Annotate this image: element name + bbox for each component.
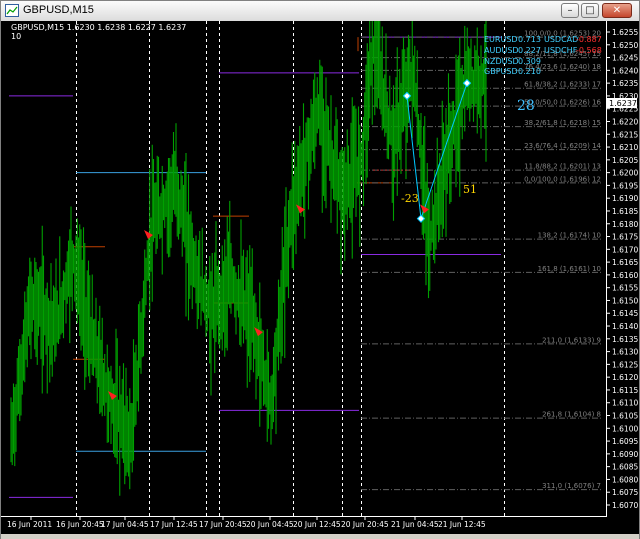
- price-tick-label: 1.6195: [612, 181, 638, 190]
- price-tick-label: 1.6210: [612, 143, 638, 152]
- price-tick-label: 1.6215: [612, 130, 638, 139]
- fibonacci-label: 138,2 (1,6174) 10: [538, 232, 601, 240]
- price-tick-label: 1.6200: [612, 169, 638, 178]
- corr-value: 0.227: [518, 46, 541, 55]
- fibonacci-label: 261,8 (1,6104) 8: [542, 411, 601, 419]
- corr-symbol: USDCAD: [544, 35, 578, 44]
- minimize-button[interactable]: –: [561, 3, 579, 18]
- price-tick-label: 1.6245: [612, 54, 638, 63]
- price-tick-label: 1.6190: [612, 194, 638, 203]
- title-bar[interactable]: GBPUSD,M15 – □ ✕: [1, 1, 639, 22]
- price-tick-label: 1.6120: [612, 373, 638, 382]
- price-tick-label: 1.6180: [612, 220, 638, 229]
- price-tick-label: 1.6185: [612, 207, 638, 216]
- price-tick-label: 1.6090: [612, 450, 638, 459]
- price-tick-label: 1.6085: [612, 463, 638, 472]
- corr-value: 0.309: [518, 57, 541, 66]
- price-tick-label: 1.6115: [612, 386, 638, 395]
- price-tick-label: 1.6250: [612, 41, 638, 50]
- positive-annotation: 51: [463, 183, 477, 196]
- price-tick-label: 1.6175: [612, 233, 638, 242]
- negative-annotation: -23: [401, 192, 419, 205]
- fibonacci-label: 23,6/76,4 (1,6209) 14: [524, 142, 601, 150]
- price-tick-label: 1.6075: [612, 488, 638, 497]
- price-tick-label: 1.6070: [612, 501, 638, 510]
- counter-annotation: 28: [517, 98, 535, 114]
- time-tick-label: 17 Jun 12:45: [150, 520, 198, 529]
- price-tick-label: 1.6160: [612, 271, 638, 280]
- price-tick-label: 1.6145: [612, 309, 638, 318]
- price-tick-label: 1.6100: [612, 424, 638, 433]
- corr-symbol: AUDUSD: [484, 46, 519, 55]
- fibonacci-label: 50,0/50,0 (1,6226) 16: [524, 99, 601, 107]
- fibonacci-label: 11,8/88,2 (1,6201) 13: [524, 163, 601, 171]
- fibonacci-label: 0,0/100,0 (1,6196) 12: [524, 175, 601, 183]
- fibonacci-label: 38,2/61,8 (1,6218) 15: [524, 119, 601, 127]
- price-tick-label: 1.6150: [612, 296, 638, 305]
- time-tick-label: 20 Jun 12:45: [293, 520, 341, 529]
- fibonacci-label: 211,0 (1,6133) 9: [542, 336, 601, 344]
- price-tick-label: 1.6240: [612, 66, 638, 75]
- chart-window-icon: [5, 4, 19, 17]
- corr-value: 0.210: [518, 67, 541, 76]
- time-tick-label: 21 Jun 12:45: [438, 520, 486, 529]
- corr-value: -0.887: [576, 35, 602, 44]
- price-tick-label: 1.6235: [612, 79, 638, 88]
- price-tick-label: 1.6095: [612, 437, 638, 446]
- corr-symbol: GBPUSD: [484, 67, 518, 76]
- window-title: GBPUSD,M15: [23, 4, 94, 16]
- close-button[interactable]: ✕: [602, 3, 632, 18]
- time-tick-label: 17 Jun 04:45: [101, 520, 149, 529]
- fibonacci-label: 311,0 (1,6076) 7: [542, 482, 601, 490]
- price-tick-label: 1.6165: [612, 258, 638, 267]
- fibonacci-label: 61,8/38,2 (1,6233) 17: [524, 81, 601, 89]
- price-tick-label: 1.6125: [612, 360, 638, 369]
- time-tick-label: 20 Jun 04:45: [246, 520, 294, 529]
- corr-symbol: USDCHF: [544, 46, 578, 55]
- price-tick-label: 1.6155: [612, 284, 638, 293]
- chart-header-quote: GBPUSD,M15 1.6230 1.6238 1.6227 1.6237: [11, 23, 186, 32]
- chart-header-subline: 10: [11, 32, 21, 41]
- chart-window: GBPUSD,M15 – □ ✕ 100,0/0,0 (1,6253) 20 88…: [0, 0, 640, 539]
- price-chart[interactable]: 100,0/0,0 (1,6253) 2088,2/11,8 (1,6245) …: [1, 21, 639, 534]
- price-tick-label: 1.6130: [612, 348, 638, 357]
- price-tick-label: 1.6080: [612, 475, 638, 484]
- corr-symbol: EURUSD: [484, 35, 518, 44]
- time-tick-label: 20 Jun 20:45: [341, 520, 389, 529]
- maximize-button[interactable]: □: [581, 3, 599, 18]
- price-tick-label: 1.6170: [612, 245, 638, 254]
- corr-symbol: NZDUSD: [484, 57, 519, 66]
- corr-value: 0.713: [518, 35, 541, 44]
- time-tick-label: 16 Jun 20:45: [56, 520, 104, 529]
- time-tick-label: 16 Jun 2011: [7, 520, 52, 529]
- corr-value: -0.568: [576, 46, 602, 55]
- current-price-marker: 1.6237: [607, 98, 637, 108]
- price-tick-label: 1.6110: [612, 399, 638, 408]
- price-tick-label: 1.6135: [612, 335, 638, 344]
- price-tick-label: 1.6255: [612, 28, 638, 37]
- fibonacci-label: 161,8 (1,6161) 10: [538, 265, 601, 273]
- horizontal-scrollbar[interactable]: [1, 534, 639, 539]
- price-tick-label: 1.6220: [612, 117, 638, 126]
- price-tick-label: 1.6205: [612, 156, 638, 165]
- price-tick-label: 1.6140: [612, 322, 638, 331]
- time-tick-label: 17 Jun 20:45: [199, 520, 247, 529]
- current-price-label: 1.6237: [609, 99, 637, 108]
- time-tick-label: 21 Jun 04:45: [391, 520, 439, 529]
- price-tick-label: 1.6105: [612, 412, 638, 421]
